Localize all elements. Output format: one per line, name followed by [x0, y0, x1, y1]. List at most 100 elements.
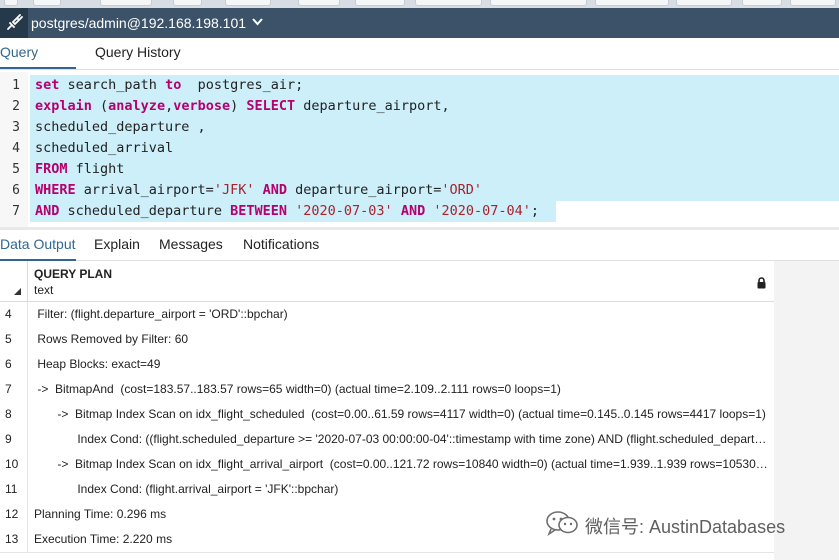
query-plan-cell[interactable]: Heap Blocks: exact=49: [34, 352, 770, 377]
toolbar-button-stub[interactable]: [100, 0, 152, 6]
row-number[interactable]: 12: [0, 502, 28, 527]
sql-text: scheduled_departure ,: [35, 119, 206, 135]
row-number[interactable]: 5: [0, 327, 28, 352]
table-row[interactable]: 4 Filter: (flight.departure_airport = 'O…: [0, 302, 774, 328]
code-line[interactable]: set search_path to postgres_air;: [35, 75, 303, 96]
sql-text: ;: [530, 203, 540, 219]
toolbar-button-stub[interactable]: [33, 0, 61, 6]
wechat-logo-icon: [545, 510, 579, 541]
query-plan-cell[interactable]: -> Bitmap Index Scan on idx_flight_sched…: [34, 402, 770, 427]
row-number[interactable]: 11: [0, 477, 28, 502]
table-row[interactable]: 6 Heap Blocks: exact=49: [0, 352, 774, 378]
query-plan-cell[interactable]: Filter: (flight.departure_airport = 'ORD…: [34, 302, 770, 327]
sql-text: arrival_airport=: [75, 182, 214, 198]
sql-text: ): [230, 98, 247, 114]
toolbar-button-stub[interactable]: [225, 0, 271, 6]
sql-string: 'ORD': [441, 182, 483, 198]
connection-label[interactable]: postgres/admin@192.168.198.101: [31, 15, 246, 31]
line-number: 3: [12, 120, 20, 135]
toolbar-button-stub[interactable]: [173, 0, 202, 6]
table-row[interactable]: 9 Index Cond: ((flight.scheduled_departu…: [0, 427, 774, 453]
code-line[interactable]: WHERE arrival_airport='JFK' AND departur…: [35, 180, 482, 201]
table-row[interactable]: 11 Index Cond: (flight.arrival_airport =…: [0, 477, 774, 503]
query-plan-cell[interactable]: Rows Removed by Filter: 60: [34, 327, 770, 352]
column-header-type: text: [34, 283, 54, 297]
tab-data-output[interactable]: Data Output: [0, 230, 76, 261]
row-number[interactable]: 13: [0, 527, 28, 552]
main-toolbar: [0, 0, 839, 8]
sql-keyword: BETWEEN: [230, 203, 287, 219]
code-line[interactable]: AND scheduled_departure BETWEEN '2020-07…: [35, 201, 539, 222]
connection-bar[interactable]: postgres/admin@192.168.198.101: [0, 8, 839, 38]
tab-notifications[interactable]: Notifications: [243, 230, 319, 259]
sql-keyword: set: [35, 77, 60, 93]
sql-keyword: WHERE: [35, 182, 76, 198]
sql-string: '2020-07-04': [433, 203, 531, 219]
watermark-text: 微信号: AustinDatabases: [585, 516, 786, 537]
query-plan-cell[interactable]: -> BitmapAnd (cost=183.57..183.57 rows=6…: [34, 377, 770, 402]
selection-highlight: [30, 159, 839, 180]
wechat-watermark: 微信号: AustinDatabases: [545, 510, 785, 541]
code-line[interactable]: FROM flight: [35, 159, 124, 180]
sql-keyword: AND: [400, 203, 426, 219]
toolbar-button-stub[interactable]: [742, 0, 782, 6]
toolbar-button-stub[interactable]: [415, 0, 482, 6]
sql-text: postgres_air;: [181, 77, 304, 93]
lock-icon: [756, 276, 767, 294]
tab-explain[interactable]: Explain: [94, 230, 140, 259]
tab-messages[interactable]: Messages: [159, 230, 223, 259]
sql-keyword: AND: [262, 182, 287, 198]
query-plan-cell[interactable]: Index Cond: (flight.arrival_airport = 'J…: [34, 477, 770, 502]
tab-query-editor[interactable]: Query Editor: [0, 38, 76, 89]
sql-text: departure_airport=: [286, 182, 442, 198]
toolbar-button-stub[interactable]: [676, 0, 732, 6]
line-number: 4: [12, 141, 20, 156]
query-plan-cell[interactable]: Index Cond: ((flight.scheduled_departure…: [34, 427, 770, 452]
grid-header: QUERY PLAN text: [0, 261, 774, 302]
sort-triangle-icon[interactable]: [13, 287, 22, 298]
code-line[interactable]: scheduled_arrival: [35, 138, 173, 159]
line-number: 1: [12, 78, 20, 93]
query-plan-cell[interactable]: -> Bitmap Index Scan on idx_flight_arriv…: [34, 452, 770, 477]
connection-plug-icon: [0, 8, 28, 38]
editor-tab-bar: Query Editor Query History: [0, 38, 839, 89]
sql-keyword: FROM: [35, 161, 68, 177]
table-row[interactable]: 10 -> Bitmap Index Scan on idx_flight_ar…: [0, 452, 774, 478]
sql-keyword: to: [165, 77, 182, 93]
sql-editor[interactable]: 1 set search_path to postgres_air; 2 explai…: [0, 72, 839, 227]
row-number[interactable]: 7: [0, 377, 28, 402]
sql-string: '2020-07-03': [295, 203, 393, 219]
table-row[interactable]: 7 -> BitmapAnd (cost=183.57..183.57 rows…: [0, 377, 774, 403]
row-number[interactable]: 9: [0, 427, 28, 452]
row-number[interactable]: 8: [0, 402, 28, 427]
output-tab-bar: Data Output Explain Messages Notificatio…: [0, 230, 839, 261]
code-line[interactable]: explain (analyze,verbose) SELECT departu…: [35, 96, 450, 117]
sql-keyword: verbose: [173, 98, 231, 114]
line-number: 6: [12, 183, 20, 198]
sql-text: flight: [67, 161, 125, 177]
toolbar-button-stub[interactable]: [490, 0, 587, 6]
sql-keyword: AND: [35, 203, 60, 219]
sql-text: search_path: [59, 77, 166, 93]
toolbar-button-stub[interactable]: [355, 0, 405, 6]
row-number[interactable]: 4: [0, 302, 28, 327]
sql-string: 'JFK': [213, 182, 255, 198]
toolbar-button-stub[interactable]: [595, 0, 669, 6]
toolbar-button-stub[interactable]: [298, 0, 340, 6]
table-row[interactable]: 8 -> Bitmap Index Scan on idx_flight_sch…: [0, 402, 774, 428]
toolbar-button-stub[interactable]: [790, 0, 836, 6]
toolbar-button-stub[interactable]: [4, 0, 18, 6]
table-row[interactable]: 5 Rows Removed by Filter: 60: [0, 327, 774, 353]
column-header-name[interactable]: QUERY PLAN: [34, 267, 112, 281]
row-number-header[interactable]: [0, 261, 28, 301]
code-line[interactable]: scheduled_departure ,: [35, 117, 206, 138]
line-number: 5: [12, 162, 20, 177]
sql-keyword: explain: [35, 98, 92, 114]
tab-query-history[interactable]: Query History: [95, 38, 181, 67]
row-number[interactable]: 10: [0, 452, 28, 477]
row-number[interactable]: 6: [0, 352, 28, 377]
chevron-down-icon[interactable]: [252, 17, 263, 29]
